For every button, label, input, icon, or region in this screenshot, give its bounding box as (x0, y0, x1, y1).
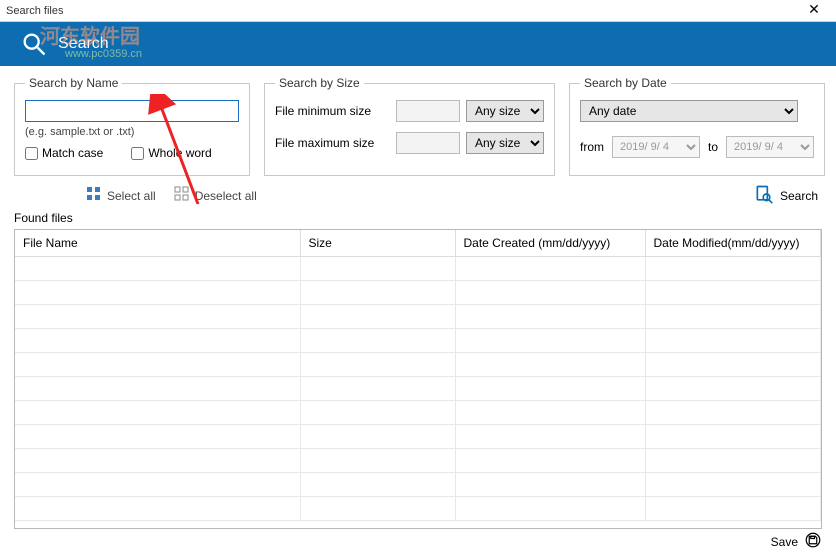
titlebar: Search files ✕ (0, 0, 836, 22)
date-to-picker[interactable]: 2019/ 9/ 4 (726, 136, 814, 158)
whole-word-checkbox[interactable]: Whole word (131, 146, 211, 160)
col-file-name[interactable]: File Name (15, 230, 300, 257)
match-case-checkbox[interactable]: Match case (25, 146, 103, 160)
table-row (15, 329, 821, 353)
table-row (15, 449, 821, 473)
search-name-input[interactable] (25, 100, 239, 122)
header: Search (0, 22, 836, 66)
save-icon (804, 531, 822, 552)
select-all-icon (86, 186, 102, 205)
table-row (15, 257, 821, 281)
date-to-label: to (708, 140, 718, 154)
max-size-unit-select[interactable]: Any size (466, 132, 544, 154)
table-row (15, 425, 821, 449)
date-option-select[interactable]: Any date (580, 100, 798, 122)
whole-word-input[interactable] (131, 147, 144, 160)
grid-header-row: File Name Size Date Created (mm/dd/yyyy)… (15, 230, 821, 257)
search-by-name-legend: Search by Name (25, 76, 122, 90)
max-size-input[interactable] (396, 132, 460, 154)
col-size[interactable]: Size (300, 230, 455, 257)
search-button[interactable]: Search (754, 184, 818, 207)
save-button[interactable]: Save (771, 531, 822, 552)
whole-word-label: Whole word (148, 146, 211, 160)
search-by-size-legend: Search by Size (275, 76, 364, 90)
table-row (15, 377, 821, 401)
match-case-label: Match case (42, 146, 103, 160)
search-by-name-group: Search by Name (e.g. sample.txt or .txt)… (14, 76, 250, 176)
table-row (15, 281, 821, 305)
select-all-label: Select all (107, 189, 156, 203)
min-size-unit-select[interactable]: Any size (466, 100, 544, 122)
date-from-label: from (580, 140, 604, 154)
table-row (15, 401, 821, 425)
table-row (15, 497, 821, 521)
search-logo-icon (20, 30, 48, 58)
min-size-input[interactable] (396, 100, 460, 122)
table-row (15, 353, 821, 377)
toolbar: Select all Deselect all Search (14, 184, 822, 207)
col-date-created[interactable]: Date Created (mm/dd/yyyy) (455, 230, 645, 257)
deselect-all-icon (174, 186, 190, 205)
table-row (15, 305, 821, 329)
search-by-size-group: Search by Size File minimum size Any siz… (264, 76, 555, 176)
window-title: Search files (6, 5, 63, 17)
save-label: Save (771, 535, 798, 549)
select-all-button[interactable]: Select all (86, 186, 156, 205)
date-from-picker[interactable]: 2019/ 9/ 4 (612, 136, 700, 158)
match-case-input[interactable] (25, 147, 38, 160)
close-icon[interactable]: ✕ (798, 1, 830, 21)
table-row (15, 473, 821, 497)
deselect-all-label: Deselect all (195, 189, 257, 203)
found-files-label: Found files (14, 211, 822, 225)
results-grid: File Name Size Date Created (mm/dd/yyyy)… (14, 229, 822, 529)
search-icon (754, 184, 774, 207)
header-title: Search (58, 35, 109, 53)
search-name-hint: (e.g. sample.txt or .txt) (25, 126, 239, 138)
col-date-modified[interactable]: Date Modified(mm/dd/yyyy) (645, 230, 821, 257)
deselect-all-button[interactable]: Deselect all (174, 186, 257, 205)
search-by-date-group: Search by Date Any date from 2019/ 9/ 4 … (569, 76, 825, 176)
min-size-label: File minimum size (275, 104, 390, 118)
search-button-label: Search (780, 189, 818, 203)
search-by-date-legend: Search by Date (580, 76, 671, 90)
max-size-label: File maximum size (275, 136, 390, 150)
